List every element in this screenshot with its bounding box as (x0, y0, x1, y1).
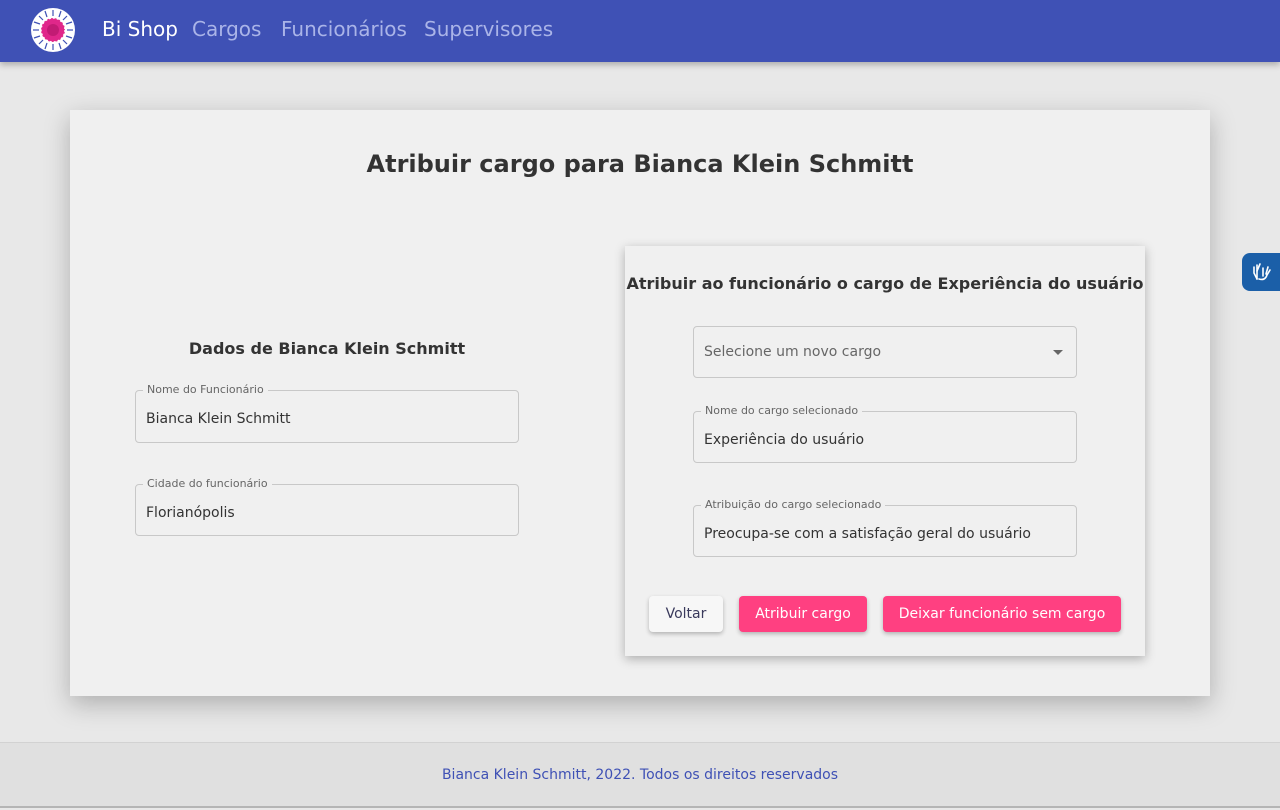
nav-link-supervisores[interactable]: Supervisores (424, 17, 553, 41)
employee-name-value[interactable]: Bianca Klein Schmitt (146, 411, 291, 427)
footer-copyright: Bianca Klein Schmitt, 2022. Todos os dir… (441, 767, 839, 783)
assign-role-card: Atribuir ao funcionário o cargo de Exper… (625, 246, 1145, 656)
employee-name-field[interactable]: Nome do Funcionário Bianca Klein Schmitt (135, 383, 519, 443)
employee-data-heading: Dados de Bianca Klein Schmitt (188, 339, 466, 358)
employee-city-field[interactable]: Cidade do funcionário Florianópolis (135, 477, 519, 536)
page-title: Atribuir cargo para Bianca Klein Schmitt (366, 150, 914, 178)
page-footer: Bianca Klein Schmitt, 2022. Todos os dir… (0, 742, 1280, 808)
employee-name-label: Nome do Funcionário (143, 383, 268, 397)
selected-role-name-value[interactable]: Experiência do usuário (704, 432, 864, 448)
top-navbar: Bi Shop Cargos Funcionários Supervisores (0, 0, 1280, 62)
dropdown-caret-icon[interactable] (1053, 350, 1063, 355)
brand-link[interactable]: Bi Shop (102, 17, 178, 41)
assign-role-button[interactable]: Atribuir cargo (739, 596, 867, 632)
nav-link-funcionarios[interactable]: Funcionários (281, 17, 407, 41)
nav-link-cargos[interactable]: Cargos (192, 17, 261, 41)
sign-language-icon (1253, 263, 1271, 281)
remove-role-button[interactable]: Deixar funcionário sem cargo (883, 596, 1121, 632)
main-card: Atribuir cargo para Bianca Klein Schmitt… (70, 110, 1210, 696)
accessibility-widget[interactable] (1242, 253, 1280, 291)
selected-role-duty-field[interactable]: Atribuição do cargo selecionado Preocupa… (693, 498, 1077, 557)
selected-role-name-label: Nome do cargo selecionado (701, 404, 863, 418)
employee-city-label: Cidade do funcionário (143, 477, 272, 491)
role-select-placeholder: Selecione um novo cargo (704, 344, 882, 360)
back-button[interactable]: Voltar (649, 596, 723, 632)
role-select[interactable]: Selecione um novo cargo (693, 326, 1077, 378)
selected-role-name-field[interactable]: Nome do cargo selecionado Experiência do… (693, 404, 1077, 463)
assign-role-heading: Atribuir ao funcionário o cargo de Exper… (626, 274, 1144, 293)
logo-icon[interactable] (30, 7, 76, 53)
employee-city-value[interactable]: Florianópolis (146, 505, 235, 521)
selected-role-duty-value[interactable]: Preocupa-se com a satisfação geral do us… (704, 526, 1031, 542)
selected-role-duty-label: Atribuição do cargo selecionado (701, 498, 886, 512)
